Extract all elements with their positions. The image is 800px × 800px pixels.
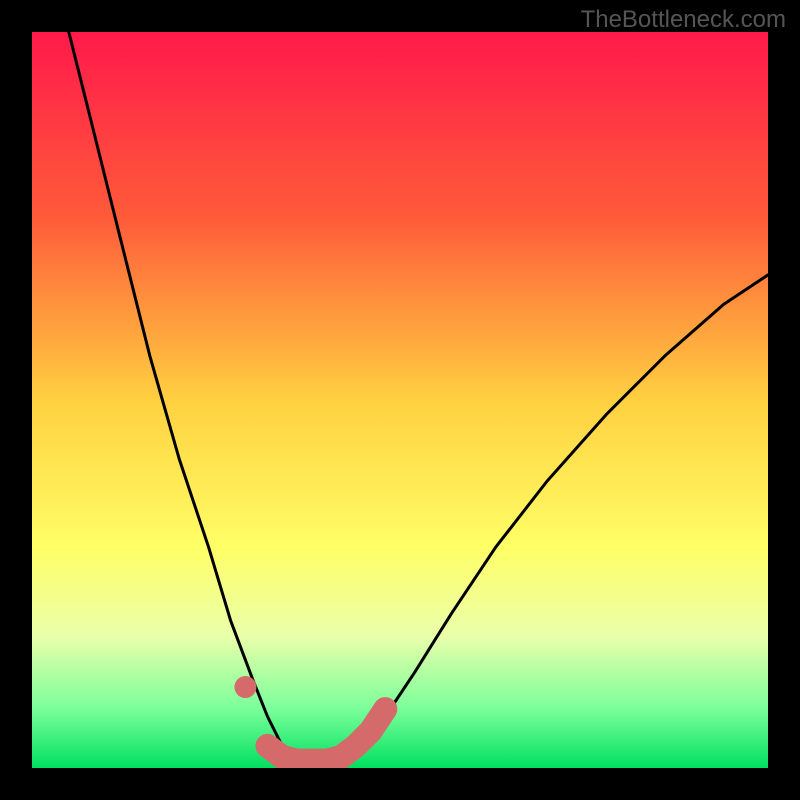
plot-area <box>32 32 768 768</box>
gradient-background <box>32 32 768 768</box>
chart-frame: TheBottleneck.com <box>0 0 800 800</box>
watermark-text: TheBottleneck.com <box>581 6 786 34</box>
bottleneck-chart <box>32 32 768 768</box>
marker-dot <box>234 676 256 698</box>
